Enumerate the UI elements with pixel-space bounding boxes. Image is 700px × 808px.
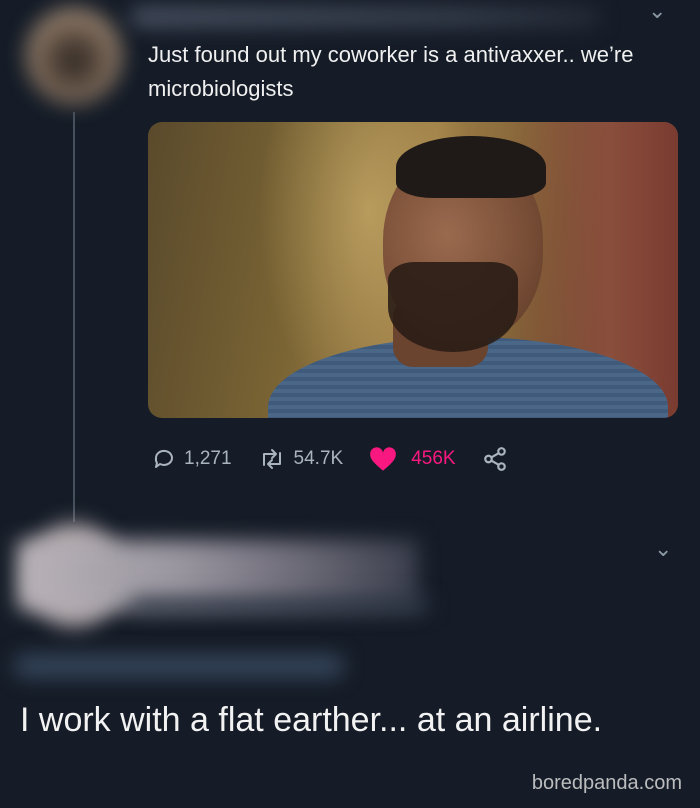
- speech-bubble-icon: [154, 449, 173, 468]
- tweet-text: Just found out my coworker is a antivaxx…: [148, 42, 634, 101]
- reply-button[interactable]: 1,271: [152, 447, 232, 471]
- share-icon: [483, 447, 506, 471]
- redacted-username: [130, 8, 600, 26]
- like-count: 456K: [411, 448, 456, 469]
- reply-tweet-text: I work with a flat earther... at an airl…: [20, 701, 603, 739]
- chevron-down-icon[interactable]: ⌄: [654, 538, 672, 560]
- heart-icon: [370, 447, 397, 471]
- tweet-media-image[interactable]: [148, 122, 678, 418]
- retweet-button[interactable]: 54.7K: [258, 447, 344, 471]
- retweet-count: 54.7K: [293, 448, 344, 469]
- avatar[interactable]: [26, 8, 122, 104]
- share-button[interactable]: [482, 446, 508, 472]
- thread-line: [73, 112, 75, 522]
- redacted-handle: [14, 655, 344, 677]
- reply-count: 1,271: [184, 448, 232, 469]
- redacted-handle: [130, 598, 430, 612]
- tweet-actions: 1,271 54.7K 456K: [152, 444, 508, 474]
- retweet-icon: [262, 449, 281, 469]
- like-button[interactable]: 456K: [369, 446, 456, 472]
- watermark: boredpanda.com: [531, 772, 682, 794]
- chevron-down-icon[interactable]: ⌄: [648, 0, 666, 22]
